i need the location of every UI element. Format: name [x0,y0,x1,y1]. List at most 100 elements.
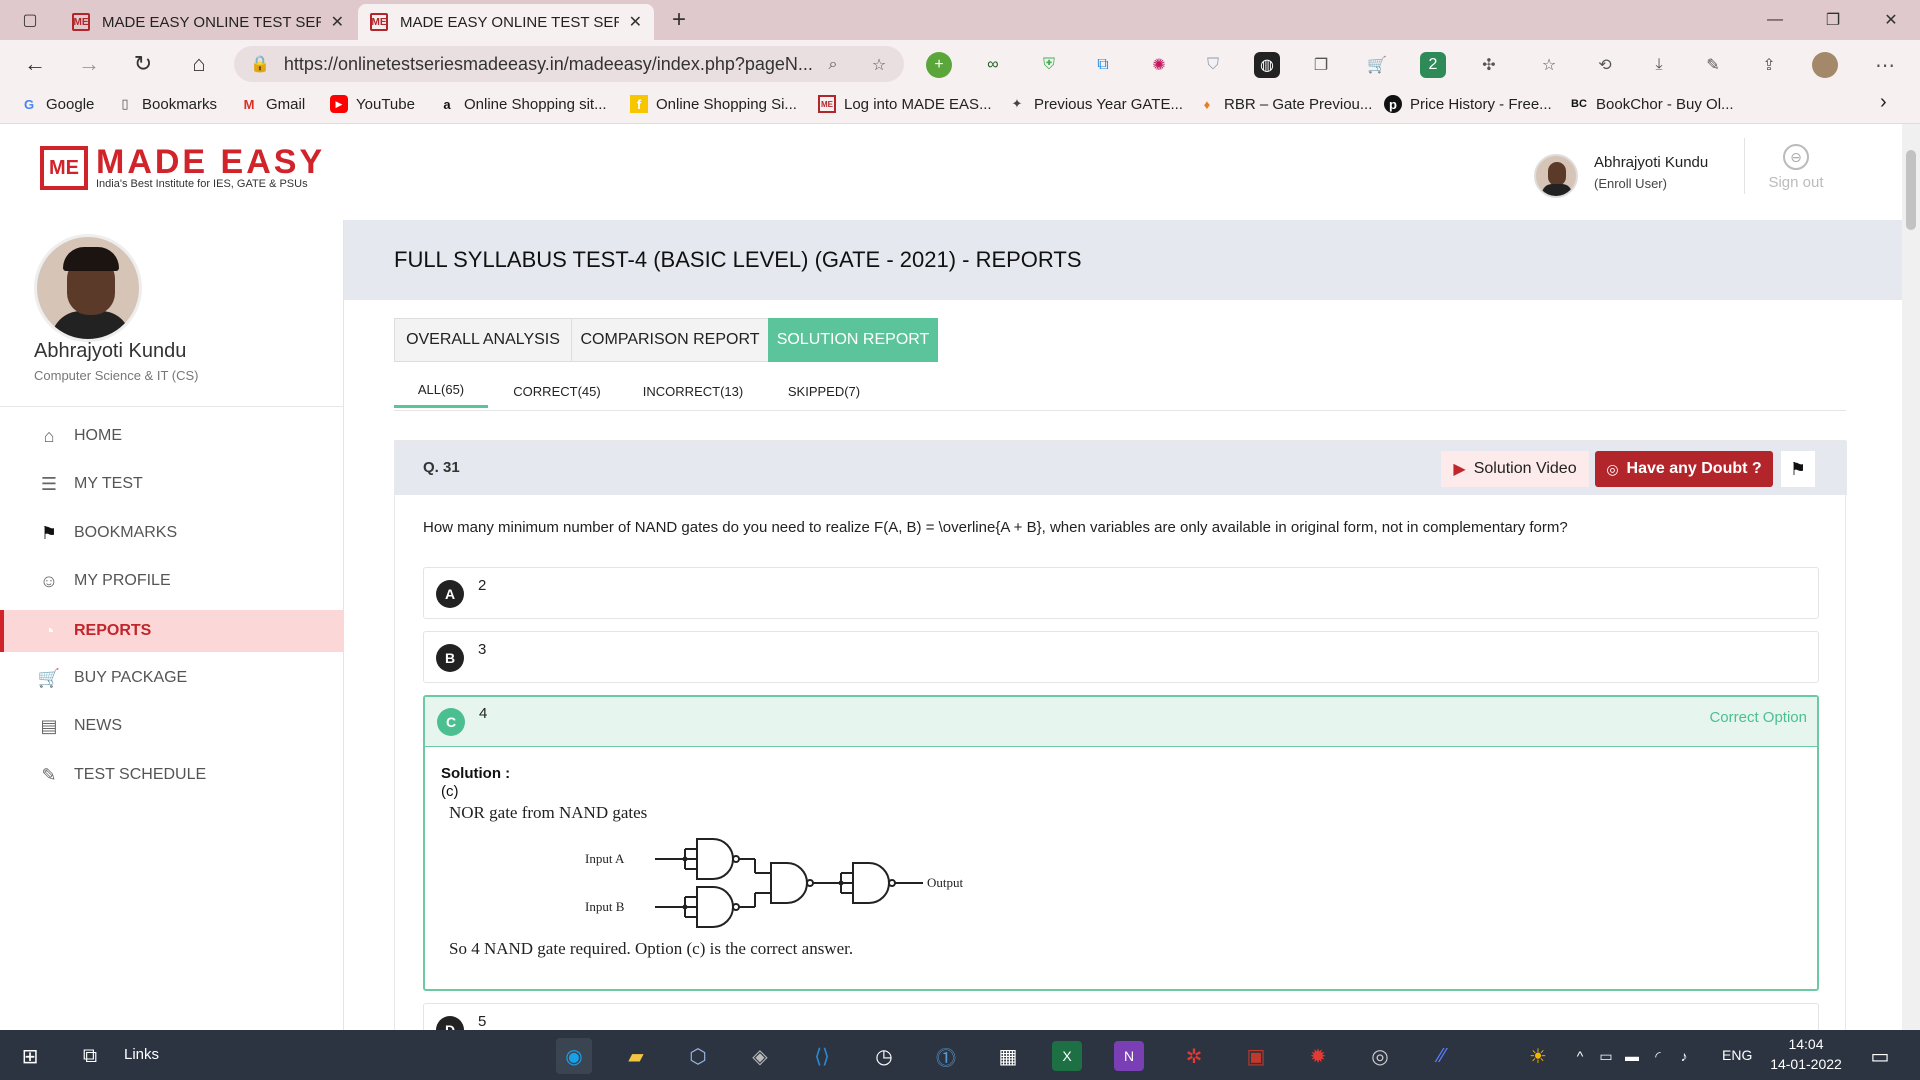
bookmark-question-icon[interactable]: ⚑ [1781,451,1815,487]
disk-icon[interactable]: ◎ [1362,1038,1398,1074]
tab-solution-report[interactable]: SOLUTION REPORT [768,318,938,362]
scrollbar-thumb[interactable] [1906,150,1916,230]
filter-tab-incorrect[interactable]: INCORRECT(13) [630,374,756,408]
browser-tab-1[interactable]: ME MADE EASY ONLINE TEST SERIES ✕ [60,4,356,40]
close-tab-icon[interactable]: ✕ [629,12,642,32]
sidebar-item-bookmarks[interactable]: ⚑ BOOKMARKS [0,513,344,553]
extension-guard-icon[interactable]: ⛉ [1200,52,1226,78]
home-icon[interactable]: ⌂ [182,48,216,80]
bookmark-madeeasy[interactable]: ME Log into MADE EAS... [818,95,992,113]
tray-device-icon[interactable]: ▭ [1594,1038,1618,1074]
clock-time[interactable]: 14:04 [1768,1036,1844,1052]
codeblocks-icon[interactable]: ✲ [1176,1038,1212,1074]
extension-cart-icon[interactable]: 🛒 [1364,52,1390,78]
links-toolbar[interactable]: Links [124,1046,159,1063]
language-indicator[interactable]: ENG [1722,1047,1752,1063]
profile-avatar-icon[interactable] [1812,52,1838,78]
edge-icon[interactable]: ◉ [556,1038,592,1074]
battery-icon[interactable]: ▬ [1620,1038,1644,1074]
extension-shield-icon[interactable]: ⛨ [1036,52,1062,78]
downloads-icon[interactable]: ⤓ [1646,52,1672,78]
file-explorer-icon[interactable]: ▰ [618,1038,654,1074]
task-view-icon[interactable]: ⧉ [72,1038,108,1074]
bookmark-bookmarks[interactable]: ▯ Bookmarks [116,95,217,113]
address-bar[interactable]: 🔒 https://onlinetestseriesmadeeasy.in/ma… [234,46,904,82]
vscode-icon[interactable]: ⟨⟩ [804,1038,840,1074]
sidebar-item-news[interactable]: ▤ NEWS [0,706,344,746]
wifi-icon[interactable]: ◜ [1646,1038,1670,1074]
bookmark-price-history[interactable]: p Price History - Free... [1384,95,1552,113]
solution-video-button[interactable]: ▶ Solution Video [1441,451,1589,487]
book-app-icon[interactable]: ▣ [1238,1038,1274,1074]
extensions-puzzle-icon[interactable]: ✣ [1476,52,1502,78]
sidebar-item-reports[interactable]: ◔ REPORTS [0,610,344,652]
filter-tab-all[interactable]: ALL(65) [394,374,488,408]
close-window-button[interactable]: ✕ [1864,0,1918,40]
option-b[interactable]: B 3 [423,631,1819,683]
weather-icon[interactable]: ☀ [1520,1038,1556,1074]
bookmark-gmail[interactable]: M Gmail [240,95,306,113]
pen-app-icon[interactable]: ⁄⁄ [1424,1038,1460,1074]
notification-center-icon[interactable]: ▭ [1862,1038,1898,1074]
share-icon[interactable]: ⇪ [1756,52,1782,78]
collections-icon[interactable]: ✎ [1700,52,1726,78]
bookmark-flipkart[interactable]: f Online Shopping Si... [630,95,797,113]
favorite-add-icon[interactable]: ☆ [866,52,892,78]
have-doubt-button[interactable]: ◎ Have any Doubt ? [1595,451,1773,487]
extension-translate-icon[interactable]: ⧉ [1090,52,1116,78]
onenote-icon[interactable]: N [1114,1041,1144,1071]
sidebar-item-test-schedule[interactable]: ✎ TEST SCHEDULE [0,755,344,795]
madeeasy-logo[interactable]: ME MADE EASY India's Best Institute for … [40,145,325,190]
close-tab-icon[interactable]: ✕ [331,12,344,32]
sign-out-button[interactable]: ⊖ Sign out [1756,144,1836,191]
calculator-icon[interactable]: ▦ [990,1038,1026,1074]
extension-glasses-icon[interactable]: ∞ [980,52,1006,78]
virtualbox-icon[interactable]: ⬡ [680,1038,716,1074]
bookmark-rbr[interactable]: ♦ RBR – Gate Previou... [1198,95,1373,113]
more-menu-icon[interactable]: ⋯ [1872,52,1898,78]
option-a[interactable]: A 2 [423,567,1819,619]
clock-app-icon[interactable]: ◷ [866,1038,902,1074]
bookmark-amazon[interactable]: a Online Shopping sit... [438,95,606,113]
qbittorrent-icon[interactable]: ⓵ [928,1038,964,1074]
sidebar-item-home[interactable]: ⌂ HOME [0,416,344,456]
page-scrollbar[interactable] [1902,124,1920,1030]
extension-plus-icon[interactable]: + [926,52,952,78]
refresh-icon[interactable]: ↻ [126,48,160,80]
extension-copy-icon[interactable]: ❐ [1308,52,1334,78]
bookmark-bookchor[interactable]: BC BookChor - Buy Ol... [1570,95,1734,113]
filter-tab-correct[interactable]: CORRECT(45) [502,374,612,408]
sidebar-item-my-profile[interactable]: ☺ MY PROFILE [0,561,344,601]
bookmark-google[interactable]: G Google [20,95,94,113]
new-tab-button[interactable]: + [654,0,704,40]
extension-dark-icon[interactable]: ◍ [1254,52,1280,78]
tray-chevron-icon[interactable]: ^ [1568,1038,1592,1074]
bookmarks-more-icon[interactable]: › [1880,91,1887,114]
history-icon[interactable]: ⟲ [1592,52,1618,78]
volume-icon[interactable]: ♪ [1672,1038,1696,1074]
filter-tab-skipped[interactable]: SKIPPED(7) [774,374,874,408]
unity-icon[interactable]: ◈ [742,1038,778,1074]
tab-comparison-report[interactable]: COMPARISON REPORT [571,318,769,362]
restore-button[interactable]: ❐ [1806,0,1860,40]
option-d[interactable]: D 5 [423,1003,1819,1030]
zoom-icon[interactable]: ⌕ [820,52,846,78]
extension-brain-icon[interactable]: ✺ [1146,52,1172,78]
bookmark-youtube[interactable]: ▶ YouTube [330,95,415,113]
extension-badge-icon[interactable]: 2 [1420,52,1446,78]
favorites-icon[interactable]: ☆ [1536,52,1562,78]
browser-tab-2[interactable]: ME MADE EASY ONLINE TEST SERIES ✕ [358,4,654,40]
clock-date[interactable]: 14-01-2022 [1768,1056,1844,1072]
excel-icon[interactable]: X [1052,1041,1082,1071]
tab-actions-icon[interactable]: ▢ [6,0,54,40]
option-c-correct[interactable]: C 4 Correct Option Solution : (c) NOR ga… [423,695,1819,991]
header-avatar[interactable] [1534,154,1578,198]
sidebar-item-buy-package[interactable]: 🛒 BUY PACKAGE [0,658,344,698]
tab-overall-analysis[interactable]: OVERALL ANALYSIS [394,318,572,362]
sidebar-item-my-test[interactable]: ☰ MY TEST [0,464,344,504]
back-icon[interactable]: ← [18,48,52,80]
bookmark-previous-year-gate[interactable]: ✦ Previous Year GATE... [1008,95,1183,113]
windows-start-icon[interactable]: ⊞ [12,1038,48,1074]
forward-icon[interactable]: → [72,48,106,80]
gamebar-icon[interactable]: ✹ [1300,1038,1336,1074]
